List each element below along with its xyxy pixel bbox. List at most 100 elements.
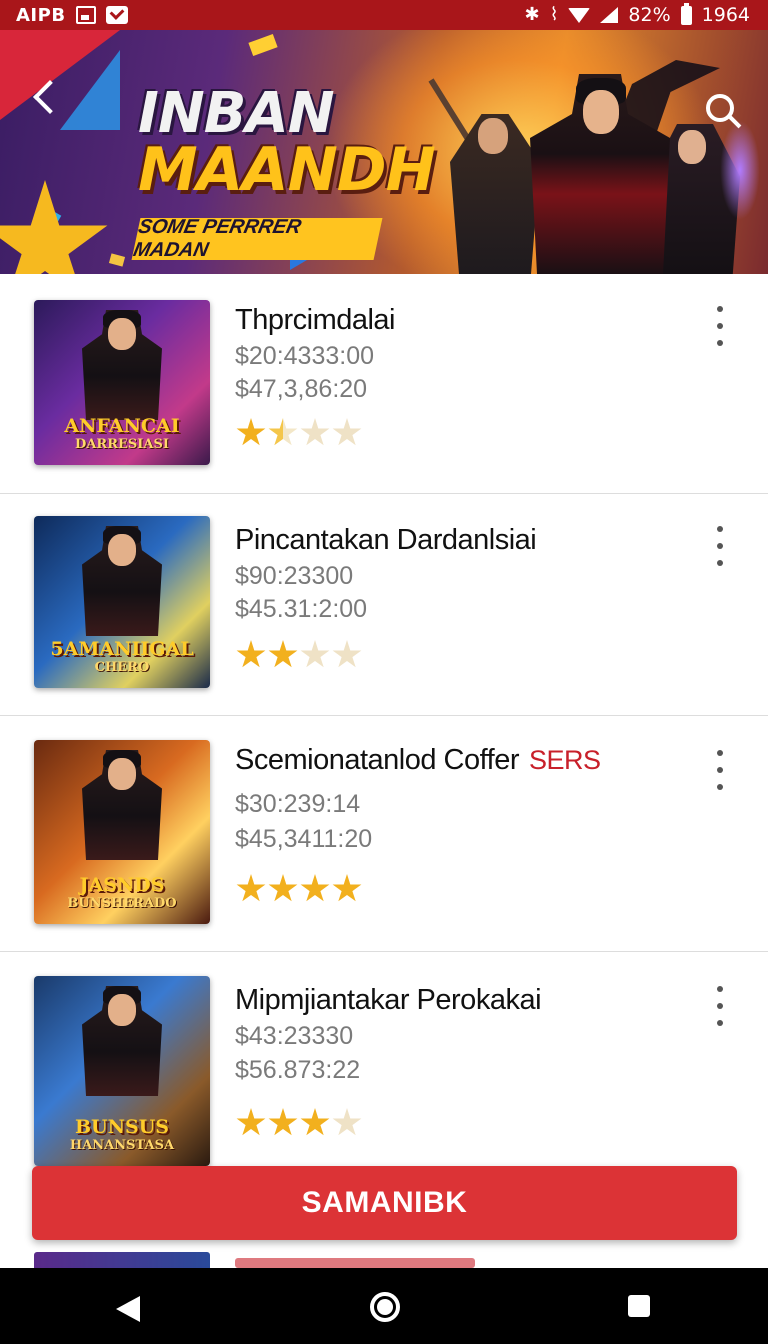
star-icon [236, 874, 266, 902]
item-title: Thprcimdalai [235, 304, 396, 337]
item-price-secondary: $45.31:2:00 [235, 595, 368, 623]
list-item[interactable]: 5AMANIIGAL CHERO Pincantakan Dardanlsiai… [0, 494, 768, 716]
more-options-icon[interactable] [710, 750, 730, 790]
thumbnail-caption-main: 5AMANIIGAL [50, 638, 194, 660]
banner-title-line1: INBAN [138, 81, 335, 146]
system-nav-bar [0, 1268, 768, 1344]
item-price-secondary: $45,3411:20 [235, 825, 373, 853]
vibrate-icon: ⌇ [549, 4, 559, 25]
banner-title-line2: MAANDH [138, 135, 436, 205]
thumbnail-character-head [108, 994, 136, 1026]
next-item-title-peek [235, 1258, 475, 1268]
thumbnail-caption-sub: HANANSTASA [69, 1138, 175, 1153]
star-icon [268, 874, 298, 902]
thumbnail-caption-sub: DARRESIASI [75, 437, 169, 452]
star-icon [268, 418, 298, 446]
magic-glow [720, 120, 760, 220]
item-price-primary: $30:239:14 [235, 790, 361, 818]
next-item-thumbnail-peek [34, 1252, 210, 1268]
mail-icon [105, 6, 128, 24]
star-icon [300, 1108, 330, 1136]
primary-action-label: SAMANIBK [301, 1186, 468, 1219]
banner-character-art [420, 60, 760, 274]
back-arrow-icon[interactable] [30, 82, 58, 110]
thumbnail-character-head [108, 318, 136, 350]
thumbnail-caption: ANFANCAI DARRESIASI [34, 415, 210, 452]
banner-ribbon-text: SOME PERRRER MADAN [131, 216, 304, 261]
status-right: ✱ ⌇ 82% 1964 [524, 2, 750, 26]
item-title-text: Mipmjiantakar Perokakai [235, 984, 542, 1016]
star-rating [236, 874, 362, 904]
item-price-secondary: $56.873:22 [235, 1056, 361, 1084]
star-rating [236, 640, 362, 670]
star-icon [300, 640, 330, 668]
item-price-primary: $20:4333:00 [235, 342, 375, 370]
image-icon [75, 6, 96, 24]
thumbnail-character-head [108, 758, 136, 790]
clock: 1964 [701, 4, 750, 26]
character-right-head [678, 130, 706, 164]
thumbnail-caption: 5AMANIIGAL CHERO [34, 638, 210, 675]
thumbnail-caption-sub: BUNSHERADO [67, 896, 177, 911]
thumbnail-caption-main: BUNSUS [74, 1116, 169, 1138]
item-tag: SERS [528, 745, 601, 775]
thumbnail-caption: BUNSUS HANANSTASA [34, 1116, 210, 1153]
star-icon [332, 640, 362, 668]
carrier-label: AIPB [16, 4, 66, 26]
star-icon [236, 418, 266, 446]
character-main-head [583, 90, 619, 134]
star-icon [268, 1108, 298, 1136]
item-title-text: Thprcimdalai [235, 304, 396, 336]
confetti-shape [248, 33, 278, 57]
status-bar: AIPB ✱ ⌇ 82% 1964 [0, 0, 768, 30]
star-icon [332, 874, 362, 902]
battery-percent: 82% [628, 4, 671, 26]
thumbnail-caption-main: ANFANCAI [64, 415, 180, 437]
more-options-icon[interactable] [710, 526, 730, 566]
banner-title: INBAN MAANDH [138, 81, 438, 205]
primary-action-button[interactable]: SAMANIBK [32, 1166, 737, 1240]
bluetooth-icon: ✱ [524, 4, 540, 25]
game-thumbnail[interactable]: 5AMANIIGAL CHERO [34, 516, 210, 688]
item-price-secondary: $47,3,86:20 [235, 375, 368, 403]
star-decoration-icon [0, 180, 108, 274]
thumbnail-caption: JASNDS BUNSHERADO [34, 874, 210, 911]
character-left-head [478, 118, 508, 154]
list-item[interactable]: ANFANCAI DARRESIASI Thprcimdalai $20:433… [0, 274, 768, 494]
back-triangle-icon[interactable] [88, 1268, 168, 1344]
star-icon [332, 418, 362, 446]
item-title: Mipmjiantakar Perokakai [235, 984, 542, 1017]
more-options-icon[interactable] [710, 306, 730, 346]
confetti-shape [60, 50, 120, 130]
recent-square-icon[interactable] [600, 1268, 680, 1344]
star-icon [236, 640, 266, 668]
more-options-icon[interactable] [710, 986, 730, 1026]
game-thumbnail[interactable]: JASNDS BUNSHERADO [34, 740, 210, 924]
item-price-primary: $90:23300 [235, 562, 354, 590]
wifi-icon [568, 7, 591, 23]
item-title-text: Scemionatanlod Coffer [235, 744, 519, 776]
star-icon [268, 640, 298, 668]
list-item[interactable]: JASNDS BUNSHERADO Scemionatanlod Coffer S… [0, 716, 768, 952]
item-title: Pincantakan Dardanlsiai [235, 524, 537, 557]
battery-icon [680, 2, 692, 25]
home-circle-icon[interactable] [344, 1268, 424, 1344]
thumbnail-character-head [108, 534, 136, 566]
list-item[interactable]: BUNSUS HANANSTASA Mipmjiantakar Perokaka… [0, 952, 768, 1166]
confetti-shape [108, 253, 126, 267]
thumbnail-caption-main: JASNDS [79, 874, 165, 896]
hero-banner[interactable]: INBAN MAANDH SOME PERRRER MADAN [0, 30, 768, 274]
item-title-text: Pincantakan Dardanlsiai [235, 524, 537, 556]
signal-icon [600, 7, 619, 23]
item-title: Scemionatanlod Coffer SERS [235, 744, 601, 777]
search-icon[interactable] [704, 94, 742, 132]
star-icon [300, 418, 330, 446]
game-thumbnail[interactable]: ANFANCAI DARRESIASI [34, 300, 210, 465]
star-rating [236, 418, 362, 448]
game-thumbnail[interactable]: BUNSUS HANANSTASA [34, 976, 210, 1166]
star-icon [300, 874, 330, 902]
star-icon [236, 1108, 266, 1136]
banner-ribbon: SOME PERRRER MADAN [131, 216, 383, 261]
star-icon [332, 1108, 362, 1136]
item-price-primary: $43:23330 [235, 1022, 354, 1050]
